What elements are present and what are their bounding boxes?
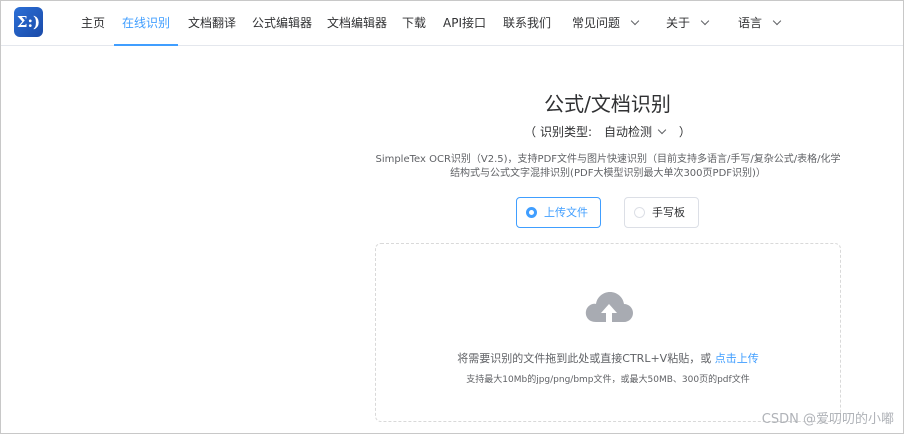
nav-item-doc-editor[interactable]: 文档编辑器 [327,1,387,45]
nav-item-faq[interactable]: 常见问题 [572,1,640,45]
service-description: SimpleTex OCR识别（V2.5)，支持PDF文件与图片快速识别（目前支… [375,154,841,179]
dropzone-instruction: 将需要识别的文件拖到此处或直接CTRL+V粘贴，或 点击上传 [376,350,840,366]
nav-item-faq-label: 常见问题 [572,16,621,30]
radio-unchecked-icon [634,207,645,218]
nav-item-formula-editor[interactable]: 公式编辑器 [252,1,312,45]
nav-item-language[interactable]: 语言 [738,1,782,45]
chevron-down-icon [700,16,710,26]
nav-item-api[interactable]: API接口 [443,1,486,45]
top-navbar: Σ:) 主页 在线识别 文档翻译 公式编辑器 文档编辑器 下载 API接口 联系… [1,1,903,46]
nav-item-home[interactable]: 主页 [81,1,105,45]
recognition-type-label: （ 识别类型: [524,125,592,139]
recognition-type-value: 自动检测 [604,125,653,139]
nav-item-download[interactable]: 下载 [402,1,426,45]
dropzone-file-limits: 支持最大10Mb的jpg/png/bmp文件，或最大50MB、300页的pdf文… [466,375,750,385]
nav-item-doc-translate[interactable]: 文档翻译 [188,1,236,45]
upload-dropzone[interactable]: 将需要识别的文件拖到此处或直接CTRL+V粘贴，或 点击上传 支持最大10Mb的… [375,243,841,422]
cloud-upload-icon [585,292,633,323]
csdn-watermark: CSDN @爱叨叨的小嘟 [761,412,894,427]
recognition-type-select[interactable]: 自动检测 [604,125,667,139]
click-upload-link[interactable]: 点击上传 [715,352,759,365]
mode-handwriting-label: 手写板 [652,206,685,219]
chevron-down-icon [657,125,667,135]
nav-item-online-recognition[interactable]: 在线识别 [114,1,178,46]
recognition-type-close: ） [678,125,691,139]
radio-checked-icon [526,207,537,218]
nav-item-contact[interactable]: 联系我们 [503,1,551,45]
nav-item-about[interactable]: 关于 [666,1,710,45]
chevron-down-icon [630,16,640,26]
page-title: 公式/文档识别 [544,92,671,116]
mode-upload-file-radio[interactable]: 上传文件 [516,197,601,228]
nav-item-about-label: 关于 [666,16,691,30]
mode-handwriting-radio[interactable]: 手写板 [624,197,699,228]
recognition-type-row: （ 识别类型: 自动检测 ） [375,123,840,140]
chevron-down-icon [772,16,782,26]
nav-item-language-label: 语言 [738,16,763,30]
dropzone-instruction-text: 将需要识别的文件拖到此处或直接CTRL+V粘贴，或 [457,352,712,365]
simpletex-logo[interactable]: Σ:) [14,7,43,37]
mode-upload-file-label: 上传文件 [544,206,588,219]
